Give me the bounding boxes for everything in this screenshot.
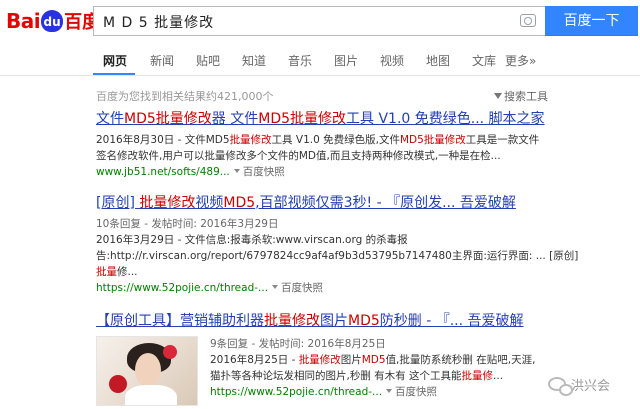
snapshot-link[interactable]: 百度快照 (281, 282, 323, 294)
camera-icon[interactable] (520, 14, 536, 27)
dropdown-icon[interactable] (233, 169, 240, 173)
result-url[interactable]: https://www.52pojie.cn/thread-... 百度快照 (96, 280, 578, 296)
result-snippet: 签名修改软件,用户可以批量修改多个文件的MD值,而且支持两种修改模式,一种是在检… (96, 150, 501, 162)
result-snippet: 批量修... (96, 266, 138, 278)
active-tab-indicator (93, 73, 135, 75)
result-meta: 10条回复 - 发帖时间: 2016年3月29日 (96, 218, 279, 230)
result-snippet: 2016年3月29日 - 文件信息:报毒杀软:www.virscan.org 的… (96, 234, 408, 246)
filter-icon (494, 93, 502, 99)
tab-music[interactable]: 音乐 (288, 52, 312, 69)
search-tools-button[interactable]: 搜索工具 (494, 88, 548, 104)
wechat-icon (548, 377, 573, 396)
dropdown-icon[interactable] (272, 285, 279, 289)
result-meta: 9条回复 - 发帖时间: 2016年8月25日 (210, 338, 386, 350)
result-snippet: 2016年8月30日 - 文件MD5批量修改工具 V1.0 免费绿色版,文件MD… (96, 134, 540, 146)
result-url[interactable]: https://www.52pojie.cn/thread-... 百度快照 (210, 384, 535, 400)
search-button[interactable]: 百度一下 (545, 6, 638, 36)
tab-more[interactable]: 更多» (505, 52, 536, 69)
result-snippet: 告:http://r.virscan.org/report/6797824cc9… (96, 250, 579, 262)
tab-video[interactable]: 视频 (380, 52, 404, 69)
search-result: 文件MD5批量修改器 文件MD5批量修改工具 V1.0 免费绿色... 脚本之家… (96, 110, 545, 180)
wechat-watermark: 洪兴会 (548, 374, 611, 396)
tab-wenku[interactable]: 文库 (472, 52, 496, 69)
tab-tieba[interactable]: 贴吧 (196, 52, 220, 69)
result-title-link[interactable]: 文件MD5批量修改器 文件MD5批量修改工具 V1.0 免费绿色... 脚本之家 (96, 110, 545, 128)
tab-zhidao[interactable]: 知道 (242, 52, 266, 69)
search-tools-label: 搜索工具 (504, 90, 548, 103)
tab-map[interactable]: 地图 (426, 52, 450, 69)
result-thumbnail[interactable] (96, 336, 198, 406)
logo-text-left: Bai (6, 9, 41, 33)
baidu-logo[interactable]: Bai du 百度 (6, 7, 100, 35)
paw-icon: du (41, 10, 64, 32)
result-snippet: 2016年8月25日 - 批量修改图片MD5值,批量防系统秒删 在贴吧,天涯, (210, 354, 536, 366)
result-url[interactable]: www.jb51.net/softs/489... 百度快照 (96, 164, 545, 180)
header: Bai du 百度 M D 5 批量修改 百度一下 (0, 0, 640, 42)
dropdown-icon[interactable] (386, 389, 393, 393)
result-snippet: 猫扑等各种论坛发相同的图片,秒删 有木有 这个工具能批量修... (210, 370, 504, 382)
search-query: M D 5 批量修改 (103, 15, 215, 31)
snapshot-link[interactable]: 百度快照 (395, 386, 437, 398)
tab-news[interactable]: 新闻 (150, 52, 174, 69)
result-body: 9条回复 - 发帖时间: 2016年8月25日 2016年8月25日 - 批量修… (210, 336, 535, 400)
tab-images[interactable]: 图片 (334, 52, 358, 69)
search-input[interactable]: M D 5 批量修改 (93, 6, 545, 36)
category-tabs: 网页 新闻 贴吧 知道 音乐 图片 视频 地图 文库 更多» (0, 46, 640, 76)
tab-web[interactable]: 网页 (103, 52, 127, 69)
result-title-link[interactable]: [原创] 批量修改视频MD5,百部视频仅需3秒! - 『原创发... 吾爱破解 (96, 194, 578, 212)
result-title-link[interactable]: 【原创工具】营销辅助利器批量修改图片MD5防秒删 - 『... 吾爱破解 (96, 312, 524, 330)
search-result: [原创] 批量修改视频MD5,百部视频仅需3秒! - 『原创发... 吾爱破解 … (96, 194, 578, 296)
search-result: 【原创工具】营销辅助利器批量修改图片MD5防秒删 - 『... 吾爱破解 (96, 312, 524, 330)
watermark-text: 洪兴会 (571, 378, 611, 394)
snapshot-link[interactable]: 百度快照 (243, 166, 285, 178)
result-count: 百度为您找到相关结果约421,000个 (96, 90, 274, 103)
